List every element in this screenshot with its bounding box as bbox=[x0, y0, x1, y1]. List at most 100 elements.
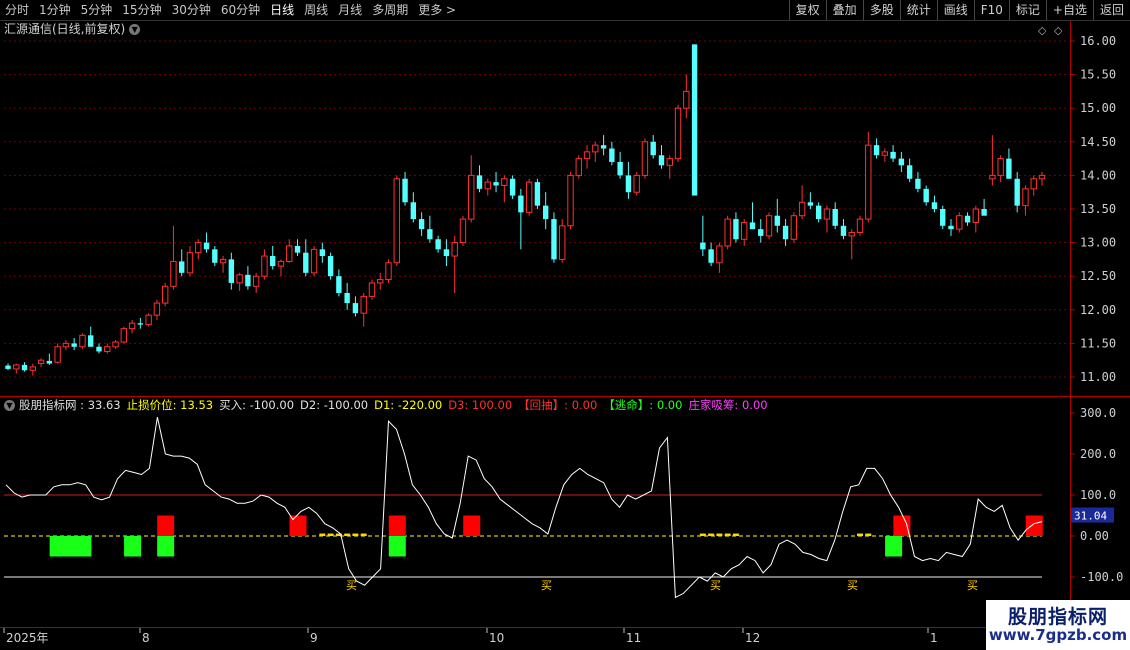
candle-body-down bbox=[493, 182, 499, 186]
indicator-tick-label: 0.00 bbox=[1080, 529, 1109, 543]
indicator-item-value: 0.00 bbox=[656, 398, 683, 412]
candle-body-up bbox=[956, 215, 963, 230]
accumulation-bar bbox=[716, 533, 723, 536]
candle-body-up bbox=[1038, 174, 1046, 180]
candle-body-down bbox=[625, 175, 632, 193]
candle-body-down bbox=[88, 335, 94, 347]
candle-body-up bbox=[153, 302, 161, 316]
candle-body-up bbox=[716, 245, 723, 264]
indicator-menu-icon[interactable]: ▼ bbox=[4, 400, 15, 411]
candle-body-up bbox=[575, 158, 582, 176]
candle-body-up bbox=[567, 174, 574, 227]
accumulation-bar bbox=[857, 533, 864, 536]
watermark: 股朋指标网 www.7gpzb.com bbox=[986, 600, 1130, 650]
candle-body-down bbox=[708, 249, 714, 263]
indicator-tick-label: -100.0 bbox=[1080, 570, 1123, 584]
candle-body-up bbox=[583, 151, 591, 160]
candle-body-up bbox=[741, 221, 748, 240]
candle-body-down bbox=[981, 209, 987, 216]
candle-body-up bbox=[368, 282, 376, 297]
indicator-item-value: 33.63 bbox=[87, 398, 121, 412]
candle-body-down bbox=[245, 274, 251, 287]
candle-body-up bbox=[37, 359, 45, 365]
price-tick-label: 14.50 bbox=[1080, 135, 1116, 149]
indicator-tick-label: 100.0 bbox=[1080, 488, 1116, 502]
candle-body-down bbox=[46, 360, 53, 364]
candle-body-up bbox=[13, 364, 20, 370]
indicator-item-value: -220.00 bbox=[397, 398, 443, 412]
candle-body-up bbox=[120, 328, 127, 343]
indicator-item-value: -100.00 bbox=[323, 398, 369, 412]
candle-body-down bbox=[948, 225, 954, 230]
candle-body-down bbox=[443, 249, 450, 257]
candle-body-up bbox=[559, 225, 566, 260]
indicator-item-label: 庄家吸筹: bbox=[688, 398, 742, 412]
candle-body-up bbox=[633, 174, 640, 193]
candle-body-up bbox=[104, 346, 111, 352]
indicator-item-value: 100.00 bbox=[471, 398, 513, 412]
indicator-item-2: 买入: -100.00 bbox=[219, 398, 294, 412]
candle-body-down bbox=[402, 178, 408, 203]
candle-body-down bbox=[294, 245, 301, 253]
candle-body-up bbox=[666, 158, 673, 166]
candle-body-down bbox=[658, 155, 665, 166]
signal-green-block bbox=[388, 536, 406, 557]
candle-body-up bbox=[451, 242, 458, 257]
candle-body-down bbox=[650, 141, 656, 156]
candle-body-up bbox=[765, 215, 773, 237]
candle-body-down bbox=[435, 239, 441, 250]
candle-body-down bbox=[691, 44, 698, 196]
indicator-item-value: 0.00 bbox=[571, 398, 598, 412]
chevron-down-icon[interactable]: ▼ bbox=[129, 24, 141, 35]
indicator-item-3: D2: -100.00 bbox=[300, 398, 368, 412]
candle-body-up bbox=[385, 262, 392, 281]
indicator-item-label: 【逃命】: bbox=[603, 398, 657, 412]
candle-body-up bbox=[29, 366, 37, 371]
candle-body-up bbox=[186, 252, 194, 274]
indicator-item-6: 【回抽】: 0.00 bbox=[518, 398, 597, 412]
indicator-item-label: 买入: bbox=[219, 398, 250, 412]
candle-body-up bbox=[377, 279, 384, 284]
accumulation-bar bbox=[352, 533, 359, 536]
candle-body-up bbox=[724, 218, 731, 247]
signal-red-block bbox=[1025, 515, 1043, 536]
accumulation-bar bbox=[344, 533, 351, 536]
candle-body-down bbox=[617, 161, 623, 176]
time-tick-label: 1 bbox=[930, 631, 938, 645]
diamond-icon: ◇ bbox=[1054, 24, 1063, 37]
price-tick-label: 14.00 bbox=[1080, 168, 1116, 182]
candle-body-down bbox=[807, 202, 814, 206]
candle-body-down bbox=[542, 205, 549, 220]
candle-body-down bbox=[1006, 158, 1012, 179]
candle-body-down bbox=[96, 346, 102, 352]
candle-body-up bbox=[484, 181, 491, 190]
indicator-line bbox=[5, 416, 1043, 599]
candle-body-down bbox=[228, 259, 235, 283]
candle-body-down bbox=[906, 165, 913, 179]
indicator-tick-label: 200.0 bbox=[1080, 447, 1116, 461]
accumulation-bar bbox=[865, 533, 872, 536]
candle-body-up bbox=[989, 174, 996, 180]
accumulation-bar bbox=[327, 533, 334, 536]
candle-body-down bbox=[873, 145, 880, 156]
candle-body-down bbox=[609, 148, 615, 162]
candle-body-up bbox=[501, 178, 508, 186]
candle-body-up bbox=[195, 242, 202, 254]
candle-body-up bbox=[856, 218, 864, 234]
indicator-item-value: 0.00 bbox=[741, 398, 768, 412]
time-tick-label: 2025年 bbox=[6, 631, 49, 645]
candle-body-up bbox=[798, 201, 806, 217]
candle-body-down bbox=[5, 365, 11, 369]
candle-body-down bbox=[774, 215, 780, 226]
price-tick-label: 11.00 bbox=[1080, 370, 1116, 384]
candle-body-up bbox=[261, 255, 268, 277]
candle-body-up bbox=[641, 141, 649, 176]
accumulation-bar bbox=[699, 533, 706, 536]
indicator-item-value: 13.53 bbox=[180, 398, 214, 412]
stock-chart[interactable]: 16.00 15.50 15.00 14.50 14.00 13.50 13.00 12.50… bbox=[0, 0, 1130, 650]
indicator-item-label: D3: bbox=[448, 398, 472, 412]
price-tick-label: 15.00 bbox=[1080, 101, 1116, 115]
signal-green-block bbox=[885, 536, 903, 557]
candle-body-down bbox=[427, 229, 433, 240]
signal-red-block bbox=[388, 515, 406, 536]
